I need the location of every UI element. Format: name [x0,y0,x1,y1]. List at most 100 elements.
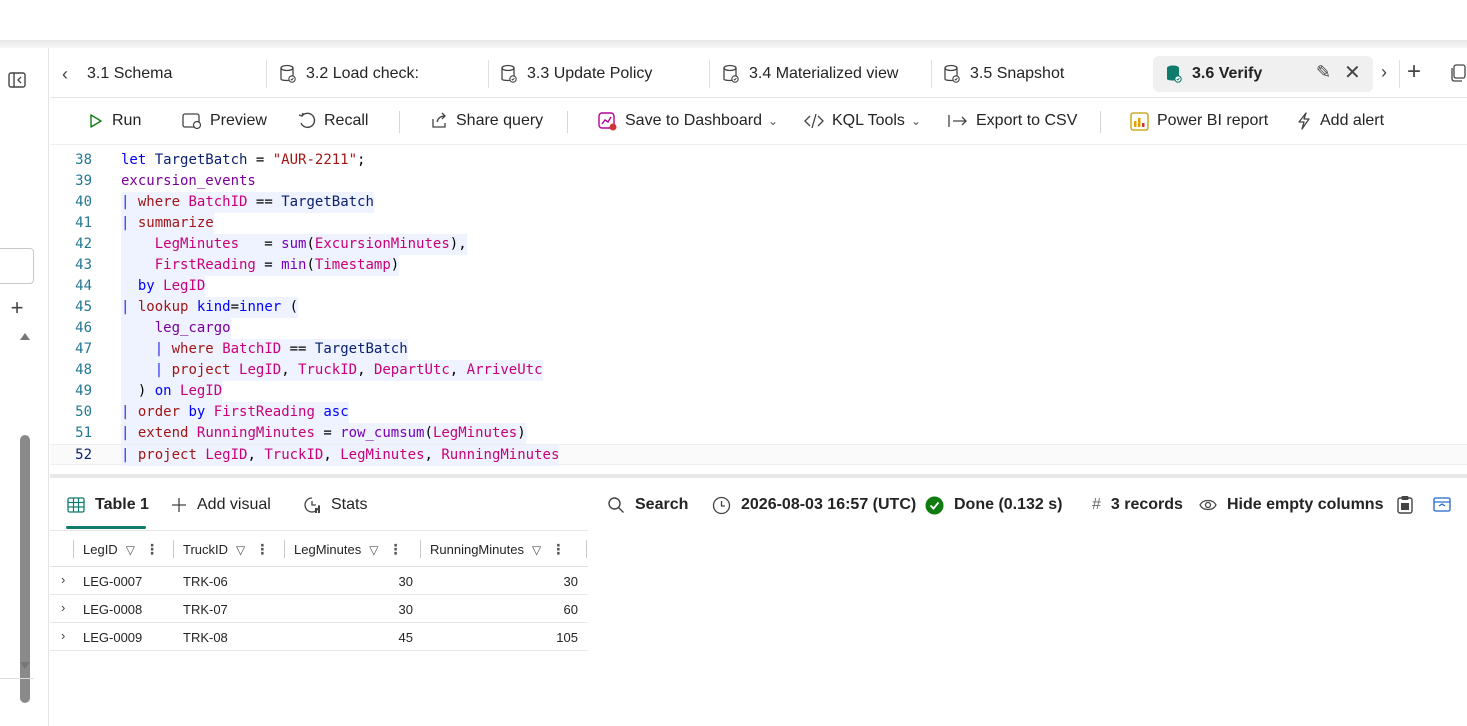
hash-icon: # [1092,496,1101,513]
copy-tabs-icon[interactable] [1450,64,1466,82]
new-tab-plus-icon[interactable]: + [1407,58,1421,86]
rename-tab-pencil-icon[interactable]: ✎ [1316,62,1331,83]
code-text: | where BatchID == TargetBatch [121,192,374,213]
column-menu-icon[interactable]: ⋮ [145,541,159,558]
line-number: 48 [75,362,92,378]
column-separator [73,540,74,558]
table-row[interactable]: › LEG-0008 TRK-07 30 60 [50,595,588,623]
plus-icon [172,498,186,512]
code-text: ) on LegID [121,381,223,402]
cell-legminutes: 30 [398,574,413,589]
stats-button[interactable]: Stats [303,494,367,516]
export-to-csv-button[interactable]: Export to CSV [948,108,1077,134]
filter-icon[interactable]: ▽ [369,543,378,557]
query-toolbar: Run Preview Recall Share query Save to D… [50,98,1467,144]
rail-divider [0,678,34,679]
column-header-truckid[interactable]: TruckID ▽ ⋮ [183,531,269,568]
tab-3-2-load-check[interactable]: 3.2 Load check: [279,56,419,92]
scroll-up-arrow-icon[interactable] [20,333,30,340]
kql-tools-button[interactable]: KQL Tools ⌄ [804,108,921,134]
column-menu-icon[interactable]: ⋮ [255,541,269,558]
results-toolbar: Table 1 Add visual Stats Search 2026-08-… [50,478,1467,530]
grid-header: LegID ▽ ⋮ TruckID ▽ ⋮ LegMinutes ▽ ⋮ Run… [50,530,588,567]
success-check-icon [925,496,944,514]
code-text: | order by FirstReading asc [121,402,349,423]
tab-table-1[interactable]: Table 1 [67,494,149,516]
column-header-legminutes[interactable]: LegMinutes ▽ ⋮ [294,531,402,568]
line-number: 40 [75,194,92,210]
close-tab-icon[interactable]: ✕ [1344,60,1361,85]
tab-3-3-update-policy[interactable]: 3.3 Update Policy [500,56,652,92]
tab-label: 3.5 Snapshot [970,65,1065,82]
preview-button[interactable]: Preview [182,108,267,134]
column-header-legid[interactable]: LegID ▽ ⋮ [83,531,159,568]
expand-row-chevron-icon[interactable]: › [61,600,65,615]
recall-button[interactable]: Recall [298,108,368,134]
line-number: 51 [75,425,92,441]
column-menu-icon[interactable]: ⋮ [388,541,402,558]
line-number: 47 [75,341,92,357]
code-line: 45 | lookup kind=inner ( [50,297,1467,318]
run-button[interactable]: Run [88,108,141,134]
add-visual-label: Add visual [197,496,271,513]
cell-legminutes: 45 [398,630,413,645]
cell-truckid: TRK-07 [183,602,228,617]
database-icon [723,64,739,83]
power-bi-report-button[interactable]: Power BI report [1130,108,1268,134]
cell-legid: LEG-0009 [83,630,143,645]
expand-results-icon[interactable] [1433,497,1451,512]
clipboard-icon[interactable] [1397,495,1413,514]
expand-row-chevron-icon[interactable]: › [61,572,65,587]
code-line: 38 let TargetBatch = "AUR-2211"; [50,150,1467,171]
top-divider [0,40,1467,48]
timestamp-text: 2026-08-03 16:57 (UTC) [741,496,917,513]
panel-toggle-icon[interactable] [8,72,26,88]
column-header-label: TruckID [183,542,229,557]
add-alert-button[interactable]: Add alert [1296,108,1384,134]
scroll-down-arrow-icon[interactable] [20,662,30,669]
tab-3-5-snapshot[interactable]: 3.5 Snapshot [943,56,1064,92]
search-button[interactable]: Search [607,494,688,516]
toolbar-separator [1100,111,1101,133]
tab-3-6-verify[interactable]: 3.6 Verify [1153,56,1373,92]
chevron-down-icon[interactable]: ⌄ [768,114,778,128]
database-icon [944,64,960,83]
chevron-down-icon[interactable]: ⌄ [911,114,921,128]
code-line: 50 | order by FirstReading asc [50,402,1467,423]
code-line: 43 FirstReading = min(Timestamp) [50,255,1467,276]
tab-separator [1399,60,1400,88]
filter-icon[interactable]: ▽ [532,543,541,557]
column-menu-icon[interactable]: ⋮ [551,541,565,558]
tab-scroll-left-icon[interactable]: ‹ [62,64,68,85]
add-visual-button[interactable]: Add visual [171,494,271,516]
cell-legid: LEG-0008 [83,602,143,617]
code-line: 47 | where BatchID == TargetBatch [50,339,1467,360]
power-bi-icon [1130,111,1149,131]
expand-row-chevron-icon[interactable]: › [61,628,65,643]
save-to-dashboard-button[interactable]: Save to Dashboard ⌄ [598,108,778,134]
left-rail: + [0,48,49,726]
table-row[interactable]: › LEG-0009 TRK-08 45 105 [50,623,588,651]
tab-scroll-right-icon[interactable]: › [1381,62,1387,83]
line-number: 41 [75,215,92,231]
tab-3-1-schema[interactable]: 3.1 Schema [87,56,172,92]
lightning-icon [1298,112,1310,130]
rail-search-input[interactable] [0,248,34,284]
share-query-button[interactable]: Share query [430,108,543,134]
code-text: let TargetBatch = "AUR-2211"; [121,152,366,168]
cell-legid: LEG-0007 [83,574,143,589]
hide-empty-columns-button[interactable]: Hide empty columns [1199,494,1383,516]
tab-3-4-materialized-view[interactable]: 3.4 Materialized view [722,56,898,92]
table-row[interactable]: › LEG-0007 TRK-06 30 30 [50,567,588,595]
search-label: Search [635,496,689,513]
export-to-csv-label: Export to CSV [976,112,1078,129]
stats-icon [304,497,320,513]
column-header-runningminutes[interactable]: RunningMinutes ▽ ⋮ [430,531,565,568]
tab-label: 3.4 Materialized view [749,65,899,82]
rail-add-icon[interactable]: + [7,297,27,319]
code-text: FirstReading = min(Timestamp) [121,255,400,276]
filter-icon[interactable]: ▽ [236,543,245,557]
filter-icon[interactable]: ▽ [126,543,135,557]
database-icon [1167,65,1182,83]
kql-code-editor[interactable]: 38 let TargetBatch = "AUR-2211"; 39 excurs… [50,144,1467,472]
